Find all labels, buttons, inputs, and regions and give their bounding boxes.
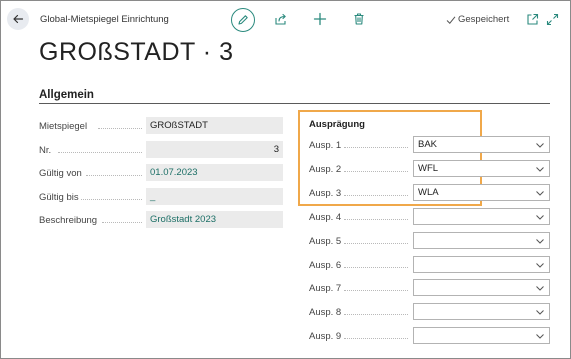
field-label-ausp-2: Ausp. 2 [309, 164, 342, 175]
plus-icon [313, 12, 327, 26]
field-label-ausp-5: Ausp. 5 [309, 236, 342, 247]
field-label-ausp-1: Ausp. 1 [309, 140, 342, 151]
field-label-ausp-7: Ausp. 7 [309, 283, 342, 294]
new-button[interactable] [312, 11, 328, 27]
select-value: WLA [418, 187, 439, 198]
leader-dots [344, 314, 408, 315]
field-label-ausp-6: Ausp. 6 [309, 260, 342, 271]
chevron-down-icon [535, 331, 545, 341]
field-gueltig-von[interactable]: 01.07.2023 [146, 164, 283, 181]
leader-dots [58, 152, 142, 153]
select-ausp-6[interactable] [413, 256, 550, 273]
select-ausp-1[interactable]: BAK [413, 136, 550, 153]
popout-button[interactable] [525, 12, 539, 26]
edit-button[interactable] [231, 8, 255, 32]
select-value: BAK [418, 139, 438, 150]
field-label-gueltig-bis: Gültig bis [39, 192, 79, 203]
leader-dots [86, 175, 142, 176]
chevron-down-icon [535, 283, 545, 293]
leader-dots [344, 147, 408, 148]
field-gueltig-bis[interactable]: _ [146, 188, 283, 205]
field-beschreibung[interactable]: Großstadt 2023 [146, 211, 283, 228]
select-ausp-7[interactable] [413, 279, 550, 296]
leader-dots [344, 219, 408, 220]
chevron-down-icon [535, 260, 545, 270]
leader-dots [344, 338, 408, 339]
saved-status-label: Gespeichert [458, 14, 510, 25]
field-label-mietspiegel: Mietspiegel [39, 121, 88, 132]
leader-dots [98, 128, 142, 129]
select-ausp-9[interactable] [413, 327, 550, 344]
field-label-ausp-4: Ausp. 4 [309, 212, 342, 223]
share-icon [275, 13, 286, 25]
select-ausp-4[interactable] [413, 208, 550, 225]
field-nr[interactable]: 3 [146, 141, 283, 158]
chevron-down-icon [535, 140, 545, 150]
delete-button[interactable] [351, 11, 367, 27]
field-mietspiegel[interactable]: GROßSTADT [146, 117, 283, 134]
chevron-down-icon [535, 236, 545, 246]
field-label-gueltig-von: Gültig von [39, 168, 82, 179]
pencil-icon [238, 15, 248, 25]
breadcrumb: Global-Mietspiegel Einrichtung [40, 14, 169, 25]
select-ausp-8[interactable] [413, 303, 550, 320]
page-title: GROßSTADT · 3 [39, 38, 234, 66]
leader-dots [344, 267, 408, 268]
select-ausp-5[interactable] [413, 232, 550, 249]
leader-dots [102, 222, 142, 223]
field-label-ausp-8: Ausp. 8 [309, 307, 342, 318]
share-button[interactable] [273, 11, 289, 27]
leader-dots [344, 290, 408, 291]
select-ausp-2[interactable]: WFL [413, 160, 550, 177]
back-arrow-icon [13, 14, 24, 24]
leader-dots [81, 199, 142, 200]
trash-icon [354, 13, 364, 25]
popout-icon [526, 13, 538, 25]
expand-button[interactable] [545, 12, 559, 26]
field-label-beschreibung: Beschreibung [39, 215, 98, 226]
checkmark-icon [446, 15, 456, 24]
leader-dots [344, 243, 408, 244]
group-title-auspraegung: Ausprägung [309, 119, 365, 130]
saved-status: Gespeichert [446, 14, 509, 25]
section-divider [39, 103, 550, 104]
field-label-ausp-3: Ausp. 3 [309, 188, 342, 199]
back-button[interactable] [7, 8, 29, 30]
field-label-ausp-9: Ausp. 9 [309, 331, 342, 342]
select-ausp-3[interactable]: WLA [413, 184, 550, 201]
expand-icon [546, 13, 558, 25]
select-value: WFL [418, 163, 439, 174]
leader-dots [344, 195, 408, 196]
chevron-down-icon [535, 188, 545, 198]
chevron-down-icon [535, 212, 545, 222]
leader-dots [344, 171, 408, 172]
chevron-down-icon [535, 164, 545, 174]
field-label-nr: Nr. [39, 145, 52, 156]
section-title-allgemein[interactable]: Allgemein [39, 89, 94, 101]
chevron-down-icon [535, 307, 545, 317]
